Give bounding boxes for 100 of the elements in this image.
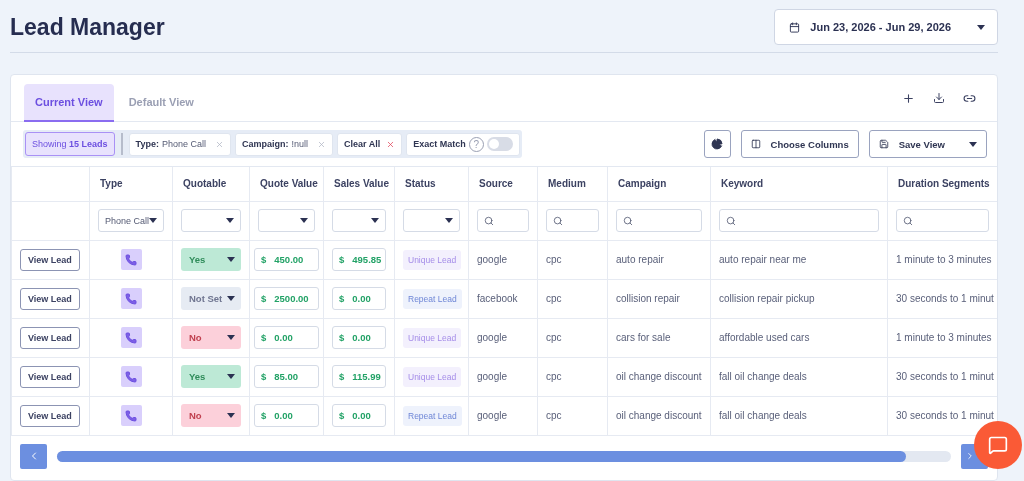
view-tab[interactable]: Default View xyxy=(117,84,205,122)
table-cell: oil change discount xyxy=(616,410,702,421)
column-search-field[interactable] xyxy=(719,209,879,232)
chart-button[interactable] xyxy=(703,130,731,158)
close-icon xyxy=(386,139,396,149)
table-cell: google xyxy=(477,371,508,382)
table-cell: cpc xyxy=(546,410,562,421)
filter-key: Type: xyxy=(135,139,159,149)
column-filter-select[interactable]: Phone Call xyxy=(98,209,164,232)
table-cell: fall oil change deals xyxy=(719,371,807,382)
search-icon xyxy=(623,215,633,226)
quotable-select[interactable]: Not Set xyxy=(181,287,241,310)
search-icon xyxy=(726,215,736,226)
amount-field[interactable]: $ 450.00 xyxy=(254,248,319,271)
column-search-field[interactable] xyxy=(616,209,702,232)
search-icon xyxy=(484,215,494,226)
view-lead-button[interactable]: View Lead xyxy=(20,287,80,310)
caret-icon xyxy=(445,218,453,223)
choose-columns-button[interactable]: Choose Columns xyxy=(740,130,859,158)
close-icon[interactable] xyxy=(316,139,326,149)
phone-icon xyxy=(120,249,142,270)
filter-value: !null xyxy=(291,139,308,149)
table-cell: facebook xyxy=(477,293,518,304)
search-icon xyxy=(553,215,563,226)
quotable-select[interactable]: Yes xyxy=(181,365,241,388)
column-search-field[interactable] xyxy=(896,209,989,232)
filter-value: Phone Call xyxy=(161,139,206,149)
table-cell: google xyxy=(477,410,508,421)
chat-button[interactable] xyxy=(974,421,1022,469)
scroll-left-button[interactable] xyxy=(20,443,47,469)
clear-all-button[interactable]: Clear All xyxy=(336,132,403,156)
table-cell: 1 minute to 3 minutes xyxy=(896,332,992,343)
table-cell: collision repair pickup xyxy=(719,293,815,304)
amount-field[interactable]: $ 0.00 xyxy=(254,404,319,427)
view-lead-button[interactable]: View Lead xyxy=(20,326,80,349)
quotable-select[interactable]: Yes xyxy=(181,248,241,271)
amount-field[interactable]: $ 0.00 xyxy=(254,326,319,349)
filter-chip[interactable]: Campaign: !null xyxy=(234,132,333,156)
filter-key: Campaign: xyxy=(241,139,289,149)
amount-field[interactable]: $ 495.85 xyxy=(332,248,386,271)
column-header: Status xyxy=(405,178,436,190)
pie-chart-icon xyxy=(711,138,724,150)
amount-field[interactable]: $ 2500.00 xyxy=(254,287,319,310)
amount-field[interactable]: $ 115.99 xyxy=(332,365,386,388)
download-icon[interactable] xyxy=(933,91,945,105)
view-tab[interactable]: Current View xyxy=(24,84,114,122)
phone-icon xyxy=(120,366,142,387)
status-tag: Unique Lead xyxy=(403,249,462,270)
caret-icon xyxy=(371,218,379,223)
column-header: Source xyxy=(479,178,513,190)
phone-icon xyxy=(120,405,142,426)
table-cell: affordable used cars xyxy=(719,332,810,343)
page-title: Lead Manager xyxy=(10,13,165,41)
table-cell: collision repair xyxy=(616,293,680,304)
column-header: Quotable xyxy=(183,178,227,190)
table-cell: oil change discount xyxy=(616,371,702,382)
caret-icon xyxy=(227,374,235,379)
caret-icon xyxy=(226,218,234,223)
date-range-button[interactable]: Jun 23, 2026 - Jun 29, 2026 xyxy=(774,9,998,45)
amount-field[interactable]: $ 85.00 xyxy=(254,365,319,388)
chat-icon xyxy=(988,435,1008,455)
save-view-button[interactable]: Save View xyxy=(868,130,987,158)
table-cell: 1 minute to 3 minutes xyxy=(896,254,992,265)
column-search-field[interactable] xyxy=(546,209,599,232)
exact-match-toggle[interactable] xyxy=(486,137,513,151)
column-header: Type xyxy=(100,178,123,190)
table-cell: google xyxy=(477,332,508,343)
column-filter-select[interactable] xyxy=(181,209,241,232)
column-header: Keyword xyxy=(721,178,764,190)
save-icon xyxy=(878,139,889,149)
caret-icon xyxy=(977,24,985,30)
plus-icon[interactable] xyxy=(902,91,915,105)
status-tag: Unique Lead xyxy=(403,366,462,387)
amount-field[interactable]: $ 0.00 xyxy=(332,404,386,427)
column-filter-select[interactable] xyxy=(403,209,460,232)
view-lead-button[interactable]: View Lead xyxy=(20,248,80,271)
close-icon[interactable] xyxy=(214,139,224,149)
table-cell: fall oil change deals xyxy=(719,410,807,421)
quotable-select[interactable]: No xyxy=(181,326,241,349)
caret-icon xyxy=(227,257,235,262)
column-filter-select[interactable] xyxy=(332,209,386,232)
filter-chip[interactable]: Type: Phone Call xyxy=(128,132,231,156)
column-header: Medium xyxy=(548,178,586,190)
amount-field[interactable]: $ 0.00 xyxy=(332,287,386,310)
table-cell: auto repair xyxy=(616,254,664,265)
column-search-field[interactable] xyxy=(477,209,529,232)
amount-field[interactable]: $ 0.00 xyxy=(332,326,386,349)
view-lead-button[interactable]: View Lead xyxy=(20,404,80,427)
column-filter-select[interactable] xyxy=(258,209,315,232)
table-cell: 30 seconds to 1 minut xyxy=(896,410,994,421)
view-lead-button[interactable]: View Lead xyxy=(20,365,80,388)
status-tag: Repeat Lead xyxy=(403,405,462,426)
status-tag: Repeat Lead xyxy=(403,288,462,309)
search-icon xyxy=(903,215,913,226)
quotable-select[interactable]: No xyxy=(181,404,241,427)
columns-icon xyxy=(750,139,761,149)
exact-match-label: Exact Match xyxy=(413,139,466,149)
column-header: Duration Segments xyxy=(898,178,990,190)
caret-icon xyxy=(227,296,235,301)
caret-icon xyxy=(969,141,977,147)
